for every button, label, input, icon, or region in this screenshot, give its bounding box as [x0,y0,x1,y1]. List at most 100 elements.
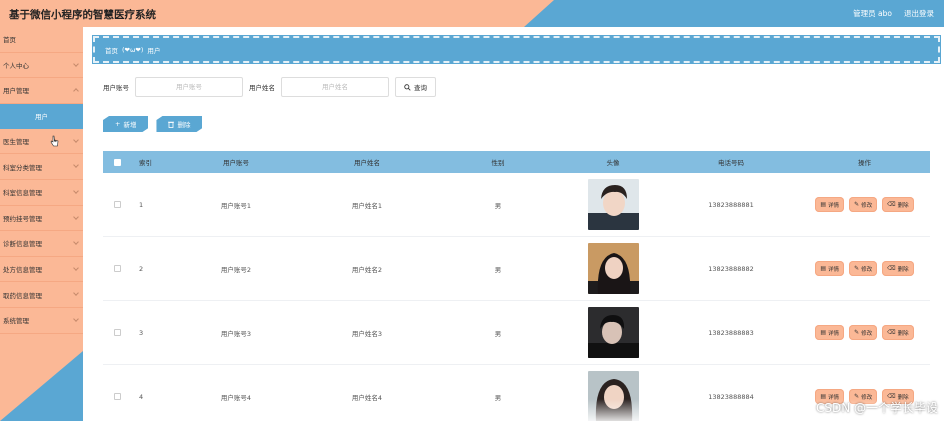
sidebar-item-department-category[interactable]: 科室分类管理 [0,154,83,180]
edit-icon: ✎ [854,265,860,272]
delete-button[interactable]: ⌫ 删除 [882,197,914,212]
breadcrumb-separator: (❤ω❤) [122,45,144,54]
batch-delete-button[interactable]: 删除 [156,116,202,132]
document-icon: ▤ [820,201,827,208]
cell-phone: 13823888882 [708,264,754,273]
sidebar-item-diagnosis[interactable]: 诊断信息管理 [0,231,83,257]
sidebar-item-label: 处方信息管理 [3,266,42,275]
breadcrumb: 首页 (❤ω❤) 用户 [92,35,941,64]
trash-icon: ⌫ [887,201,896,208]
table-row: 2 用户账号2 用户姓名2 男 13823888882 ▤ 详情 ✎ 修改 ⌫ 删除 [103,237,930,301]
chevron-down-icon [73,162,79,169]
detail-button-label: 详情 [828,266,840,273]
delete-button-label: 删除 [897,330,909,337]
sidebar-item-prescription[interactable]: 处方信息管理 [0,257,83,283]
select-all-checkbox[interactable] [113,158,121,166]
admin-user-label[interactable]: 管理员 abo [853,8,892,19]
edit-icon: ✎ [854,201,860,208]
sidebar-item-personal-center[interactable]: 个人中心 [0,53,83,79]
header-user-area: 管理员 abo 退出登录 [853,8,934,19]
plus-icon: + [115,120,121,128]
header-index: 索引 [139,159,152,167]
cell-phone: 13823888881 [708,200,754,209]
sidebar-item-appointment[interactable]: 预约挂号管理 [0,206,83,232]
cell-account: 用户账号4 [220,393,252,402]
row-checkbox[interactable] [113,329,121,336]
account-search-label: 用户账号 [103,84,129,92]
sidebar-item-department-info[interactable]: 科室信息管理 [0,180,83,206]
sidebar-item-label: 预约挂号管理 [3,214,42,223]
query-button-label: 查询 [414,84,427,92]
cell-account: 用户账号2 [220,265,252,274]
cell-sex: 男 [494,265,502,274]
document-icon: ▤ [820,329,827,336]
edit-icon: ✎ [854,329,860,336]
sidebar-item-label: 首页 [3,36,16,45]
cell-name: 用户姓名2 [351,265,383,274]
sidebar-item-label: 科室分类管理 [3,163,42,172]
sidebar-item-home[interactable]: 首页 [0,27,83,53]
watermark-text: CSDN @一个学长毕设 [815,401,938,415]
sidebar-item-system-management[interactable]: 系统管理 [0,308,83,334]
sidebar-subitem-user[interactable]: 用户 [0,103,83,129]
delete-button-label: 删除 [177,121,191,129]
header-avatar: 头像 [606,159,620,167]
chevron-down-icon [73,136,79,143]
cell-sex: 男 [494,329,502,338]
header-name: 用户姓名 [354,159,380,167]
row-checkbox[interactable] [113,201,121,208]
table-header: 索引 用户账号 用户姓名 性别 头像 电话号码 操作 [103,151,930,173]
chevron-down-icon [73,213,79,220]
detail-button[interactable]: ▤ 详情 [815,261,845,276]
detail-button[interactable]: ▤ 详情 [815,197,845,212]
detail-button-label: 详情 [828,330,840,337]
trash-icon: ⌫ [887,265,896,272]
name-search-label: 用户姓名 [249,84,275,92]
sidebar-item-label: 医生管理 [3,138,29,147]
trash-icon: ⌫ [887,329,896,336]
row-checkbox[interactable] [113,265,121,272]
sidebar-item-label: 诊断信息管理 [3,240,42,249]
cell-index: 2 [139,264,144,273]
sidebar-item-doctor-management[interactable]: 医生管理 [0,129,83,155]
cell-account: 用户账号1 [220,201,252,210]
sidebar-item-label: 用户管理 [3,87,29,96]
user-avatar-photo [587,243,639,294]
delete-button[interactable]: ⌫ 删除 [882,261,914,276]
add-button-label: 新增 [123,121,137,129]
cell-index: 3 [139,328,144,337]
search-form: 用户账号 用户姓名 查询 [103,77,436,97]
row-checkbox[interactable] [113,393,121,400]
add-button[interactable]: + 新增 [103,116,148,132]
user-table: 索引 用户账号 用户姓名 性别 头像 电话号码 操作 1 用户账号1 用户姓名1… [103,151,930,421]
edit-button[interactable]: ✎ 修改 [849,325,878,340]
edit-button[interactable]: ✎ 修改 [849,197,878,212]
trash-icon [168,121,174,128]
user-avatar-photo [587,307,639,358]
edit-button[interactable]: ✎ 修改 [849,261,878,276]
sidebar-item-label: 科室信息管理 [3,189,42,198]
sidebar-decoration [0,351,83,421]
edit-button-label: 修改 [861,266,873,273]
header-phone: 电话号码 [718,159,744,167]
sidebar-item-label: 系统管理 [3,317,29,326]
name-search-input[interactable] [281,77,389,97]
chevron-up-icon [73,88,79,95]
delete-button[interactable]: ⌫ 删除 [882,325,914,340]
sidebar-item-medicine-pickup[interactable]: 取药信息管理 [0,282,83,308]
cell-name: 用户姓名1 [351,201,383,210]
detail-button[interactable]: ▤ 详情 [815,325,845,340]
query-button[interactable]: 查询 [395,77,436,97]
sidebar-item-user-management[interactable]: 用户管理 [0,78,83,104]
header-ops: 操作 [858,159,871,167]
document-icon: ▤ [820,265,827,272]
breadcrumb-home[interactable]: 首页 [105,45,118,55]
logout-link[interactable]: 退出登录 [904,8,934,19]
cell-index: 1 [139,200,144,209]
app-title: 基于微信小程序的智慧医疗系统 [9,9,156,21]
edit-button-label: 修改 [861,202,873,209]
table-row: 3 用户账号3 用户姓名3 男 13823888883 ▤ 详情 ✎ 修改 ⌫ 删除 [103,301,930,365]
user-avatar-photo [587,179,639,230]
account-search-input[interactable] [135,77,243,97]
sidebar-item-label: 个人中心 [3,61,29,70]
